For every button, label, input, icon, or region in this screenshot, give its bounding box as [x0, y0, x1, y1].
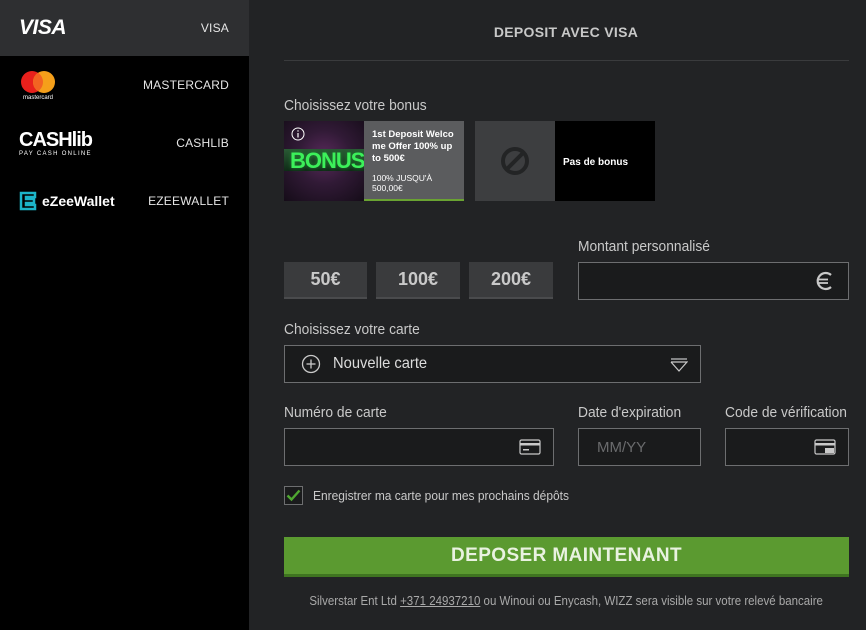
bonus-card-none[interactable]: Pas de bonus [475, 121, 655, 201]
save-card-checkbox[interactable] [284, 486, 303, 505]
payment-method-ezeewallet[interactable]: eZeeWallet EZEEWALLET [0, 173, 249, 229]
dropdown-triangle-icon [670, 358, 688, 372]
save-card-row: Enregistrer ma carte pour mes prochains … [284, 486, 591, 505]
card-number-input[interactable] [285, 438, 553, 456]
cvv-label: Code de vérification [725, 404, 847, 421]
amount-button-50[interactable]: 50€ [284, 262, 367, 299]
custom-amount-field[interactable] [578, 262, 849, 300]
bonus-section-label: Choisissez votre bonus [284, 97, 427, 114]
amount-button-200[interactable]: 200€ [469, 262, 553, 299]
credit-card-icon [519, 439, 541, 455]
ezeewallet-e-icon [19, 191, 37, 211]
amount-button-100[interactable]: 100€ [376, 262, 460, 299]
cashlib-logo: CASHlib PAY CASH ONLINE [19, 128, 93, 157]
card-number-field[interactable] [284, 428, 554, 466]
mastercard-logo: mastercard [19, 70, 57, 101]
card-select-value: Nouvelle carte [333, 355, 428, 372]
payment-method-label: VISA [200, 21, 229, 35]
footer-phone-link[interactable]: +371 24937210 [400, 594, 480, 608]
payment-method-cashlib[interactable]: CASHlib PAY CASH ONLINE CASHLIB [0, 115, 249, 171]
add-circle-icon [301, 354, 321, 374]
cvv-card-icon [814, 439, 836, 455]
info-icon[interactable] [291, 127, 305, 141]
payment-method-label: EZEEWALLET [148, 194, 229, 208]
bonus-image: BONUS [284, 121, 364, 201]
cvv-field[interactable] [725, 428, 849, 466]
payment-methods-sidebar: VISA VISA mastercard MASTERCARD CASHlib … [0, 0, 249, 630]
deposit-panel: DEPOSIT AVEC VISA Choisissez votre bonus… [249, 0, 866, 630]
bonus-title: 1st Deposit Welcome Offer 100% up to 500… [372, 129, 454, 164]
bonus-subtitle: 100% JUSQU'À 500,00€ [372, 173, 433, 193]
payment-method-mastercard[interactable]: mastercard MASTERCARD [0, 57, 249, 113]
billing-descriptor-note: Silverstar Ent Ltd +371 24937210 ou Wino… [249, 594, 866, 608]
title-divider [284, 60, 849, 61]
page-title: DEPOSIT AVEC VISA [493, 24, 639, 40]
custom-amount-label: Montant personnalisé [578, 238, 710, 255]
footer-prefix: Silverstar Ent Ltd [309, 594, 400, 608]
bonus-title: Pas de bonus [563, 156, 629, 168]
payment-method-label: CASHLIB [176, 136, 229, 150]
payment-method-visa[interactable]: VISA VISA [0, 0, 249, 56]
ezeewallet-logo: eZeeWallet [19, 191, 115, 211]
visa-logo: VISA [19, 16, 67, 39]
expiry-input[interactable] [579, 438, 700, 456]
card-select[interactable]: Nouvelle carte [284, 345, 701, 383]
no-bonus-icon [501, 147, 529, 175]
euro-icon [814, 270, 836, 292]
expiry-field[interactable] [578, 428, 701, 466]
custom-amount-input[interactable] [579, 272, 848, 290]
mastercard-circles-icon [21, 70, 55, 93]
payment-method-label: MASTERCARD [142, 78, 229, 92]
expiry-label: Date d'expiration [578, 404, 682, 421]
deposit-now-button[interactable]: DEPOSER MAINTENANT [284, 537, 849, 577]
card-select-label: Choisissez votre carte [284, 321, 420, 338]
checkmark-icon [286, 489, 301, 502]
footer-suffix: ou Winoui ou Enycash, WIZZ sera visible … [480, 594, 823, 608]
bonus-card-welcome[interactable]: BONUS 1st Deposit Welcome Offer 100% up … [284, 121, 464, 201]
bonus-image-text: BONUS [290, 148, 364, 173]
save-card-label: Enregistrer ma carte pour mes prochains … [313, 488, 569, 503]
card-number-label: Numéro de carte [284, 404, 387, 421]
no-bonus-image [475, 121, 555, 201]
